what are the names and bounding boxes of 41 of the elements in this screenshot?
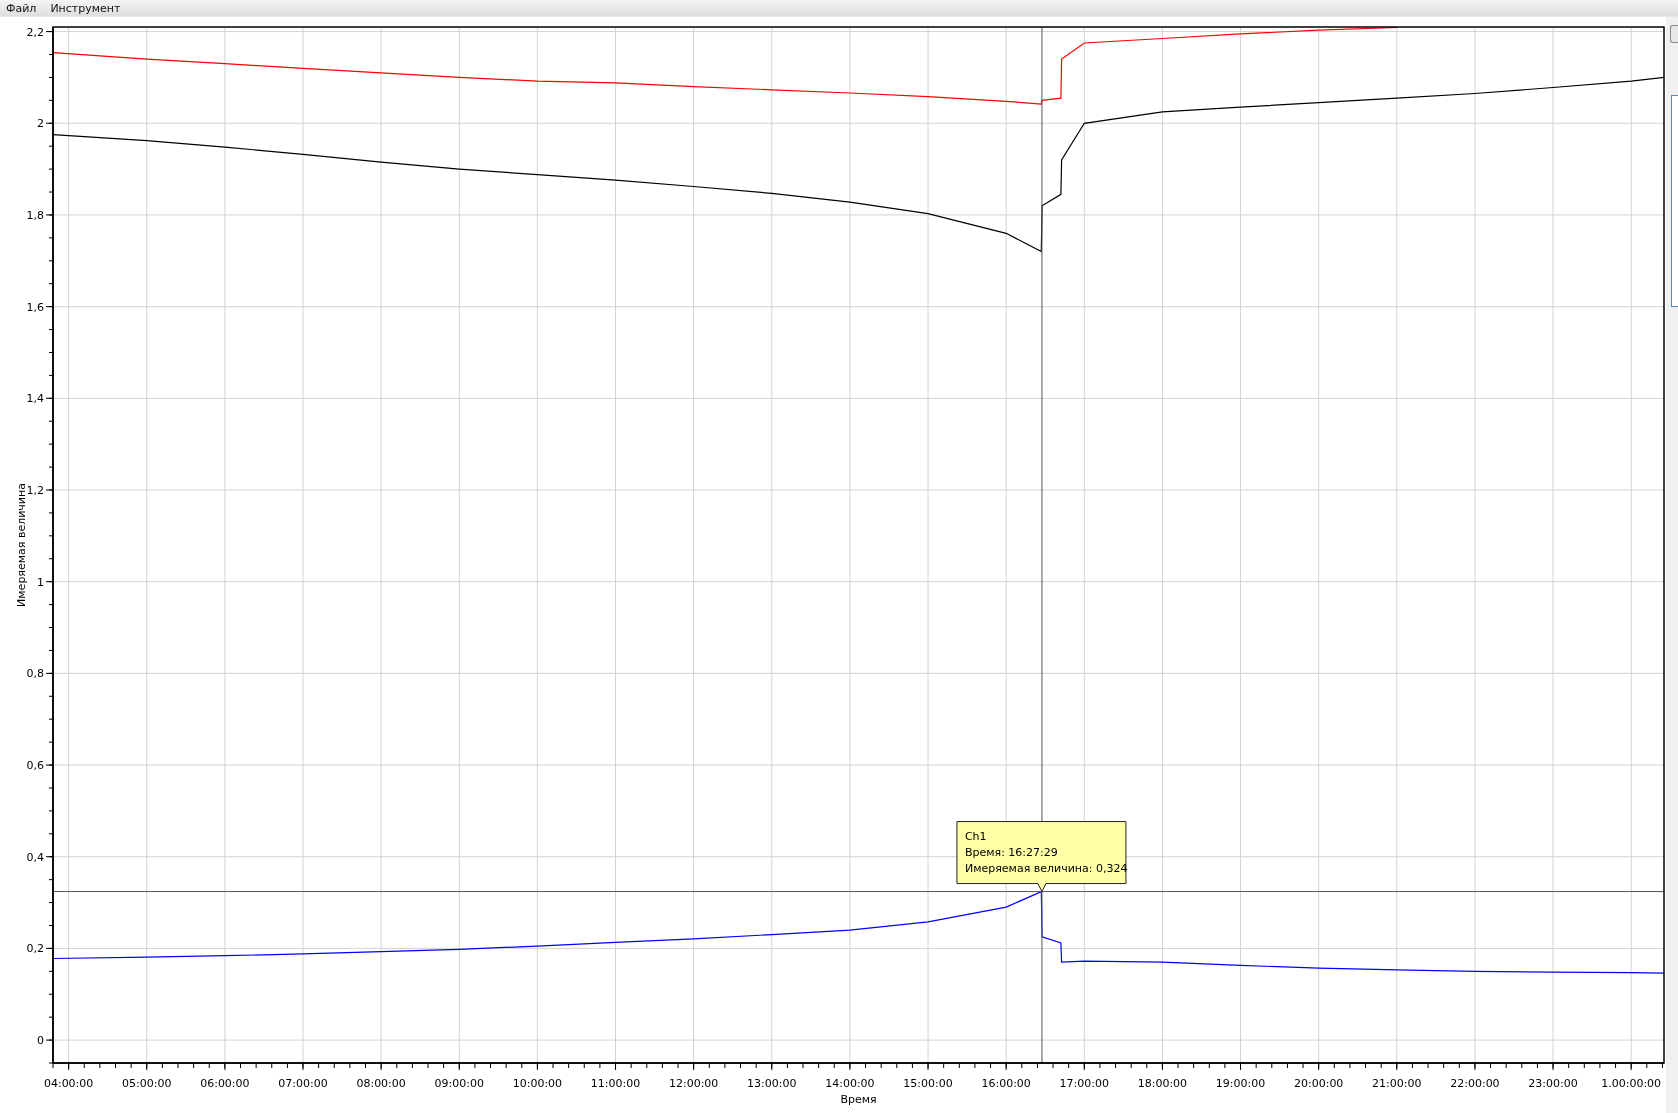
x-tick-label: 14:00:00 [825,1077,875,1090]
x-tick-label: 09:00:00 [434,1077,484,1090]
x-tick-label: 17:00:00 [1059,1077,1109,1090]
y-axis-title: Имеряемая величина [15,483,28,607]
y-tick-label: 0,6 [26,759,44,773]
x-tick-label: 21:00:00 [1372,1077,1422,1090]
x-tick-label: 04:00:00 [43,1077,94,1090]
x-tick-label: 16:00:00 [981,1077,1031,1090]
y-tick-label: 0 [37,1034,44,1048]
x-tick-label: 10:00:00 [512,1077,563,1090]
tooltip-value: Имеряемая величина: 0,324 [964,861,1128,875]
x-tick-label: 08:00:00 [356,1077,406,1090]
x-tick-label: 23:00:00 [1528,1077,1578,1090]
x-tick-label: 18:00:00 [1137,1077,1188,1090]
tooltip-time: Время: 16:27:29 [964,845,1058,859]
x-tick-label: 12:00:00 [668,1077,719,1090]
y-tick-label: 1,2 [26,484,44,497]
y-tick-label: 1 [37,575,44,589]
x-tick-label: 07:00:00 [278,1077,328,1090]
x-axis-title: Время [840,1093,877,1106]
y-tick-label: 1,8 [26,208,44,222]
x-tick-label: 20:00:00 [1293,1077,1344,1090]
y-tick-label: 1,4 [26,392,44,406]
y-tick-label: 0,8 [26,667,44,681]
y-tick-label: 0,4 [26,850,44,864]
y-tick-label: 2,2 [26,25,44,39]
x-tick-label: 13:00:00 [747,1077,797,1090]
x-tick-label: 11:00:00 [590,1077,641,1090]
tooltip-series: Ch1 [964,829,987,843]
x-tick-label: 05:00:00 [122,1077,172,1090]
panel-button[interactable] [1670,25,1678,43]
menu-item[interactable]: Файл [6,1,37,15]
x-tick-label: 1.00:00:00 [1601,1077,1662,1090]
x-tick-label: 19:00:00 [1215,1077,1266,1090]
y-tick-label: 2 [37,117,44,131]
x-tick-label: 22:00:00 [1450,1077,1500,1090]
menu-item[interactable]: Инструмент [50,1,121,15]
x-tick-label: 15:00:00 [903,1077,953,1090]
x-tick-label: 06:00:00 [200,1077,250,1090]
y-tick-label: 0,2 [26,942,44,956]
y-tick-label: 1,6 [26,300,44,314]
